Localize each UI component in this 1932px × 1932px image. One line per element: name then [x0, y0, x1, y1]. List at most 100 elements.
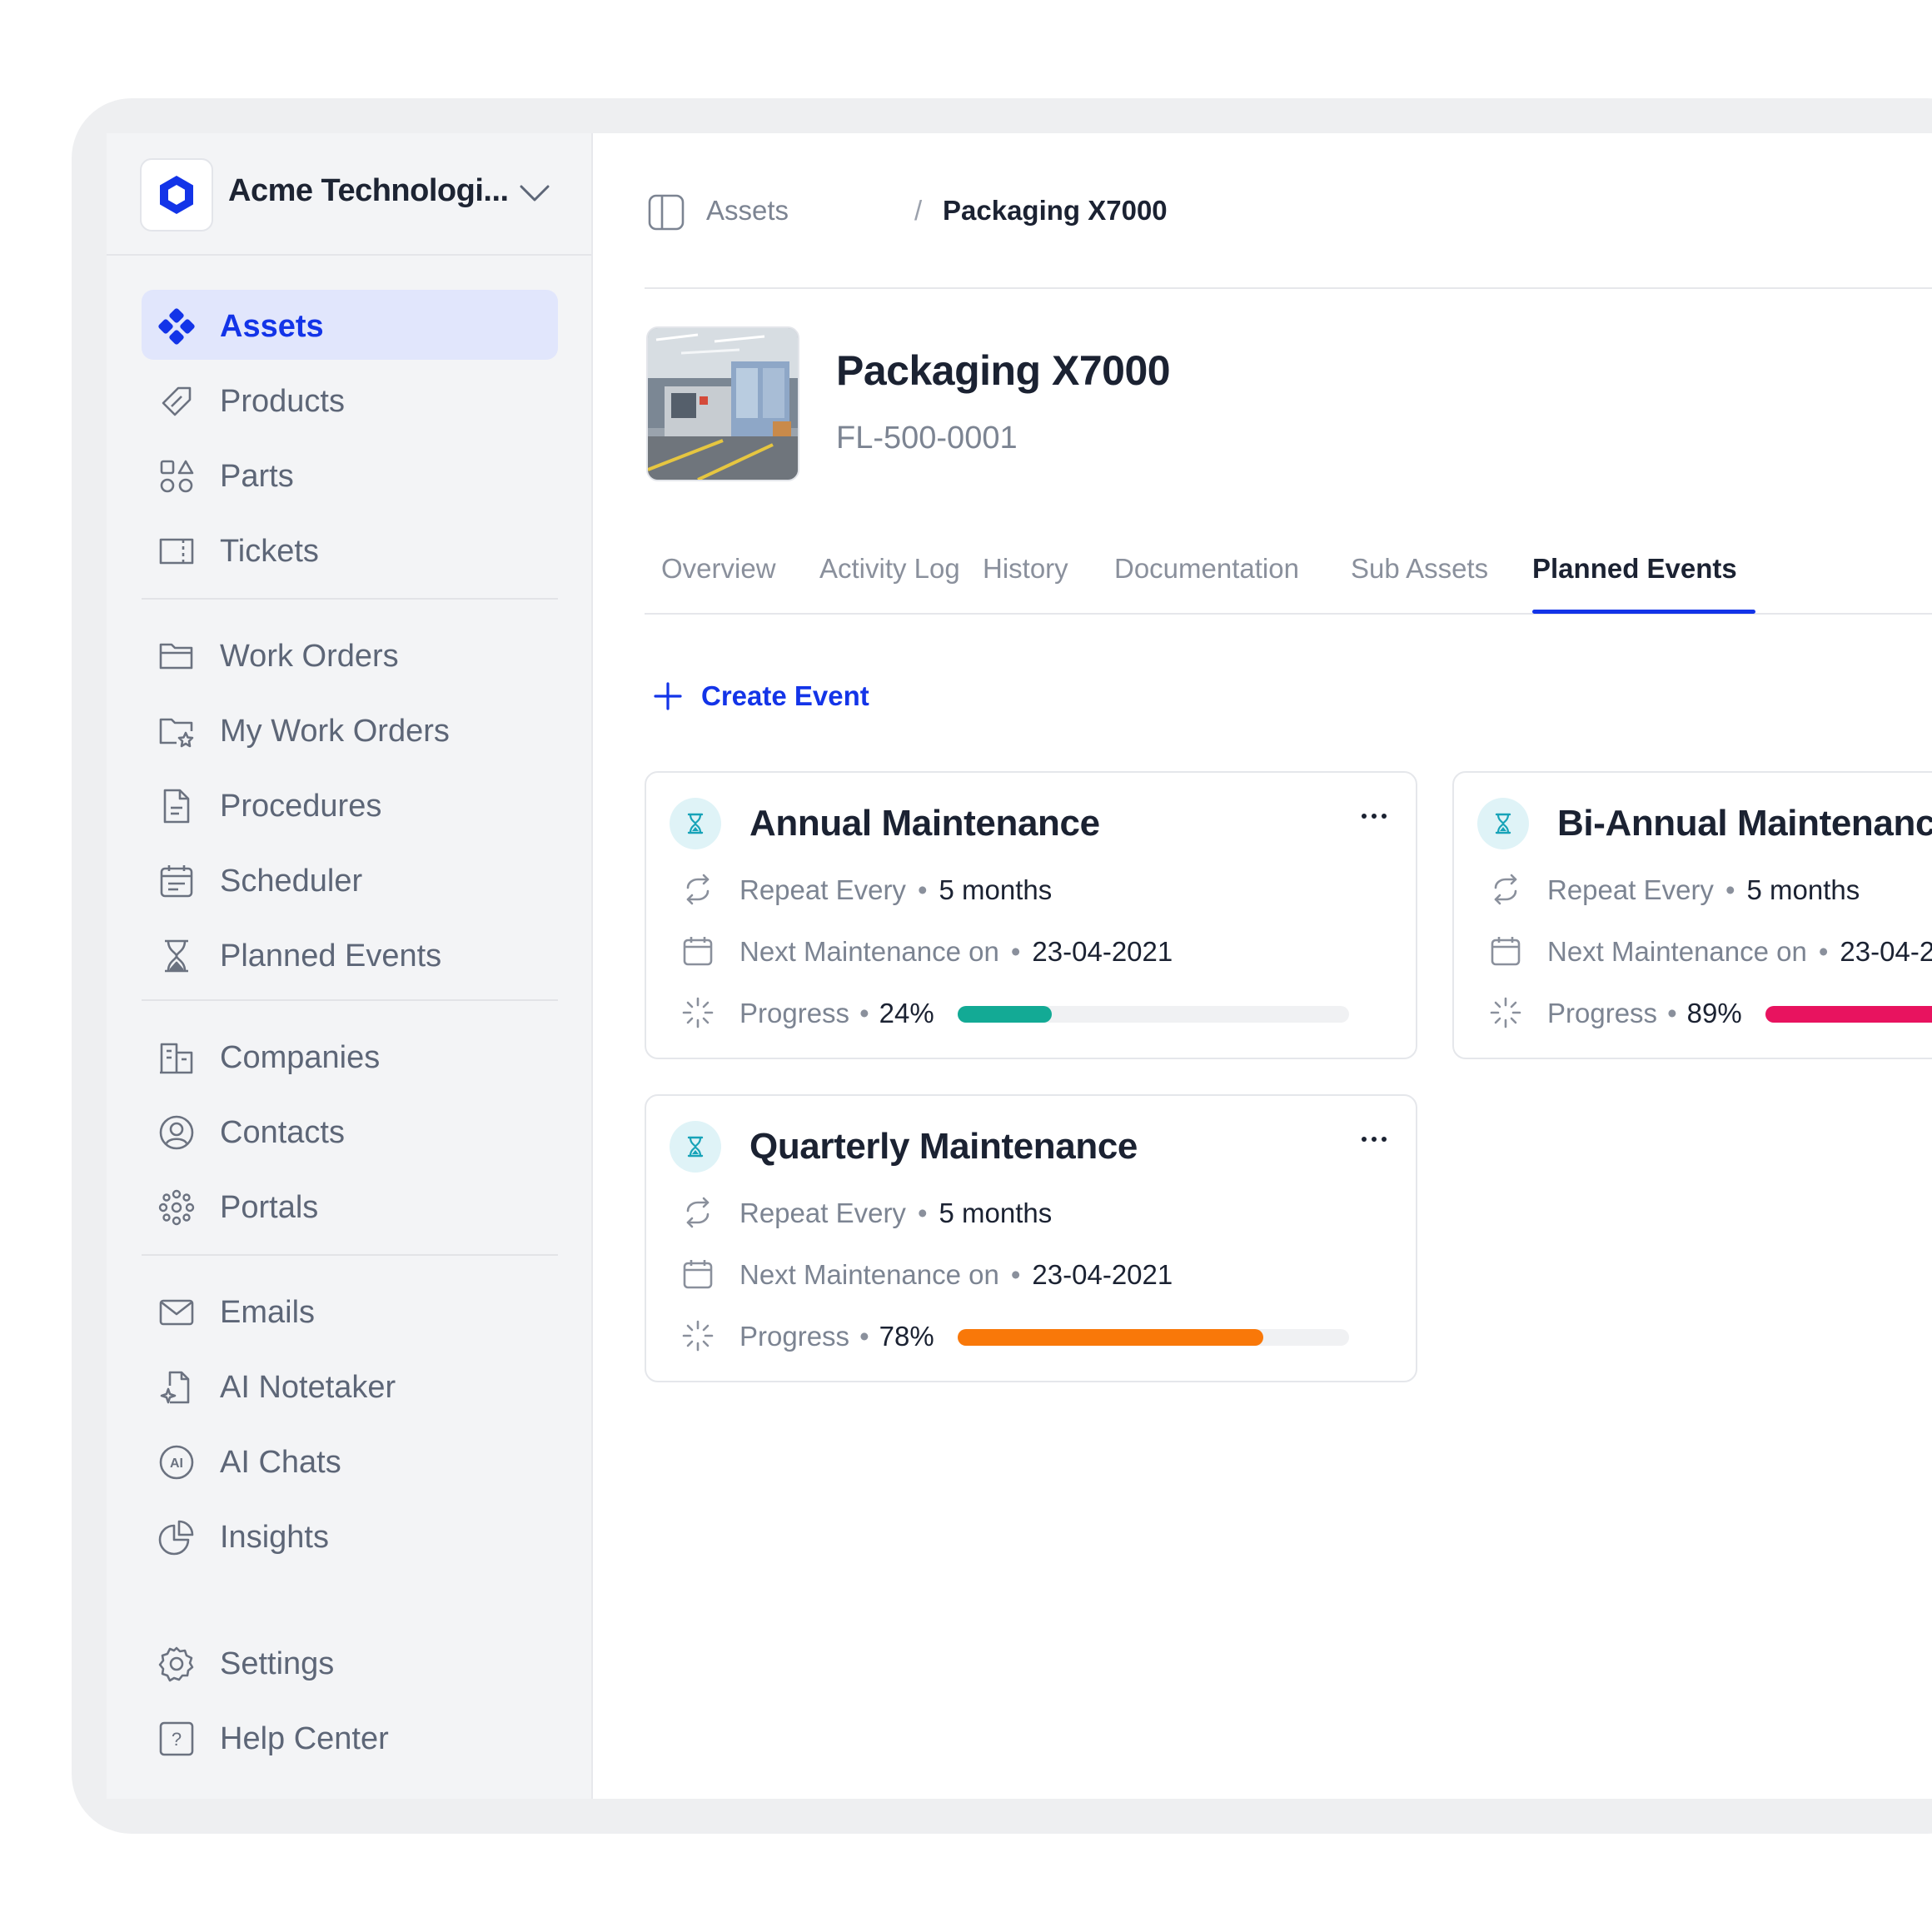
separator-dot: • — [917, 874, 928, 905]
asset-code: FL-500-0001 — [836, 421, 1018, 456]
more-options-icon[interactable] — [1357, 811, 1391, 821]
sidebar-item-companies[interactable]: Companies — [142, 1021, 558, 1091]
progress-bar-fill — [1765, 1006, 1932, 1023]
sidebar-item-my-work-orders[interactable]: My Work Orders — [142, 695, 558, 764]
sidebar-item-portals[interactable]: Portals — [142, 1171, 558, 1241]
tab-activity-log[interactable]: Activity Log — [819, 553, 960, 585]
hourglass-icon — [165, 939, 188, 973]
sidebar-item-contacts[interactable]: Contacts — [142, 1096, 558, 1166]
sidebar-item-label: Companies — [220, 1040, 381, 1075]
next-maintenance-label: Next Maintenance on — [1547, 936, 1807, 967]
asset-title: Packaging X7000 — [836, 347, 1171, 394]
assets-icon — [158, 308, 195, 345]
next-maintenance-row: Next Maintenance on • 23-04-2021 — [739, 1259, 1173, 1291]
sidebar-item-ai-chats[interactable]: AI AI Chats — [142, 1426, 558, 1496]
sidebar-item-assets[interactable]: Assets — [142, 290, 558, 360]
sidebar-divider — [142, 999, 558, 1001]
chevron-down-icon[interactable] — [518, 180, 551, 205]
ticket-icon — [159, 538, 194, 565]
sidebar-item-parts[interactable]: Parts — [142, 440, 558, 510]
sidebar-item-help-center[interactable]: ? Help Center — [142, 1702, 558, 1772]
sidebar-item-settings[interactable]: Settings — [142, 1627, 558, 1697]
sidebar-item-label: AI Chats — [220, 1445, 341, 1480]
sidebar-divider — [142, 1254, 558, 1256]
separator-dot: • — [1818, 936, 1829, 967]
breadcrumb-current: Packaging X7000 — [943, 195, 1168, 226]
progress-value: 89% — [1686, 998, 1742, 1028]
create-event-button[interactable]: Create Event — [653, 671, 869, 721]
sidebar-item-label: Settings — [220, 1646, 335, 1681]
next-maintenance-row: Next Maintenance on • 23-04-2 — [1547, 936, 1932, 968]
calendar-icon — [160, 865, 193, 898]
event-card[interactable]: Bi-Annual Maintenance Repeat Every • 5 mon… — [1452, 771, 1932, 1059]
loader-icon — [682, 997, 714, 1028]
sidebar-item-label: Parts — [220, 459, 294, 494]
loader-icon — [682, 1320, 714, 1352]
next-maintenance-row: Next Maintenance on • 23-04-2021 — [739, 936, 1173, 968]
main-content: Assets / Packaging X7000 Packaging X7000… — [593, 133, 1932, 1799]
sidebar-item-tickets[interactable]: Tickets — [142, 515, 558, 585]
sidebar-item-planned-events[interactable]: Planned Events — [142, 919, 558, 989]
event-card[interactable]: Quarterly Maintenance Repeat Every • 5 mon… — [645, 1094, 1417, 1382]
event-badge — [1477, 798, 1529, 849]
repeat-row: Repeat Every • 5 months — [1547, 874, 1860, 906]
app-window: Acme Technologi... Assets Products Parts… — [107, 133, 1932, 1799]
sidebar-item-work-orders[interactable]: Work Orders — [142, 620, 558, 690]
tab-documentation[interactable]: Documentation — [1114, 553, 1299, 585]
event-badge — [670, 1121, 721, 1173]
sidebar-item-label: Products — [220, 384, 345, 419]
sidebar-item-insights[interactable]: Insights — [142, 1501, 558, 1571]
separator-dot: • — [917, 1198, 928, 1228]
next-maintenance-label: Next Maintenance on — [739, 1259, 999, 1290]
user-circle-icon — [159, 1115, 194, 1150]
progress-value: 78% — [879, 1321, 934, 1352]
sidebar-item-label: Emails — [220, 1295, 316, 1330]
sidebar-item-label: Procedures — [220, 789, 382, 824]
tab-sub-assets[interactable]: Sub Assets — [1351, 553, 1488, 585]
sidebar-item-label: Tickets — [220, 534, 319, 569]
progress-bar-fill — [958, 1329, 1263, 1346]
sidebar-item-ai-notetaker[interactable]: AI Notetaker — [142, 1351, 558, 1421]
progress-bar — [1765, 1006, 1932, 1023]
tab-planned-events[interactable]: Planned Events — [1532, 553, 1737, 585]
plus-icon — [654, 682, 682, 710]
sidebar-toggle-icon[interactable] — [647, 193, 685, 232]
repeat-icon — [686, 1197, 710, 1228]
sidebar-item-emails[interactable]: Emails — [142, 1276, 558, 1346]
folder-star-icon — [159, 718, 194, 748]
hexagon-logo-icon — [160, 176, 193, 214]
sidebar-item-procedures[interactable]: Procedures — [142, 769, 558, 839]
pie-chart-icon — [158, 1520, 194, 1556]
repeat-label: Repeat Every — [739, 874, 906, 905]
hourglass-icon — [687, 813, 704, 834]
factory-machine-image — [648, 328, 798, 480]
next-maintenance-value: 23-04-2021 — [1032, 1259, 1173, 1290]
next-maintenance-value: 23-04-2021 — [1032, 936, 1173, 967]
more-options-icon[interactable] — [1357, 1134, 1391, 1144]
separator-dot: • — [859, 1321, 869, 1352]
gear-icon — [158, 1646, 194, 1682]
event-card[interactable]: Annual Maintenance Repeat Every • 5 months… — [645, 771, 1417, 1059]
ai-chat-icon: AI — [159, 1445, 194, 1480]
org-switcher[interactable]: Acme Technologi... — [107, 133, 591, 256]
event-title: Annual Maintenance — [749, 803, 1100, 844]
mail-icon — [159, 1299, 194, 1326]
tab-history[interactable]: History — [983, 553, 1068, 585]
sidebar-item-products[interactable]: Products — [142, 365, 558, 435]
calendar-icon — [683, 1260, 713, 1289]
repeat-label: Repeat Every — [739, 1198, 906, 1228]
progress-row: Progress • 89% — [1547, 998, 1742, 1029]
svg-text:?: ? — [172, 1729, 182, 1750]
calendar-icon — [683, 937, 713, 966]
create-event-label: Create Event — [701, 680, 869, 711]
next-maintenance-value: 23-04-2 — [1840, 936, 1932, 967]
tab-overview[interactable]: Overview — [661, 553, 776, 585]
sidebar-item-label: Assets — [220, 309, 324, 344]
progress-label: Progress — [739, 998, 850, 1028]
active-tab-indicator — [1532, 610, 1755, 614]
sidebar-item-label: Contacts — [220, 1115, 345, 1150]
breadcrumb-assets[interactable]: Assets — [706, 195, 789, 227]
tag-icon — [162, 386, 192, 416]
sidebar-item-scheduler[interactable]: Scheduler — [142, 844, 558, 914]
building-icon — [160, 1043, 193, 1074]
